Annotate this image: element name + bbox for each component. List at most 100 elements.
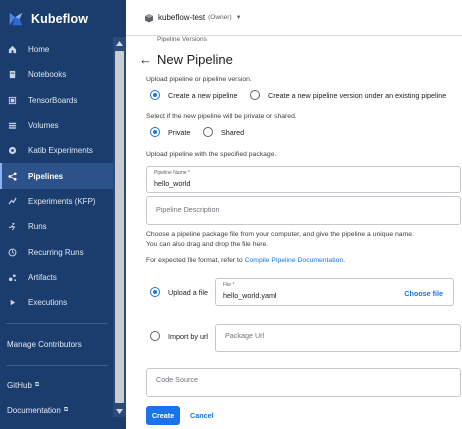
- radio-label: Import by url: [168, 331, 208, 341]
- file-label: File *: [223, 282, 235, 288]
- notebook-icon: [8, 70, 17, 79]
- sidebar-item-volumes[interactable]: Volumes: [0, 113, 113, 138]
- page-title: New Pipeline: [157, 52, 233, 67]
- pipeline-name-value: hello_world: [154, 179, 191, 188]
- sidebar-item-label: Katib Experiments: [28, 146, 93, 156]
- create-pipeline-version-radio[interactable]: Create a new pipeline version under an e…: [250, 90, 446, 100]
- package-url-placeholder: Package Url: [225, 331, 265, 340]
- sidebar-item-label: Notebooks: [28, 70, 67, 80]
- sidebar-item-experiments-kfp[interactable]: Experiments (KFP): [0, 189, 113, 214]
- radio-selected-icon: [150, 127, 160, 137]
- radio-label: Upload a file: [168, 287, 208, 297]
- cancel-button[interactable]: Cancel: [190, 406, 214, 425]
- main-content: Pipeline Versions ← New Pipeline Upload …: [126, 36, 462, 429]
- upload-file-radio[interactable]: Upload a file: [150, 287, 208, 297]
- github-link[interactable]: GitHub ⧉: [7, 381, 39, 390]
- choose-package-text: Choose a pipeline package file from your…: [146, 231, 414, 238]
- breadcrumb[interactable]: Pipeline Versions: [157, 36, 207, 43]
- private-radio[interactable]: Private: [150, 127, 190, 137]
- github-label: GitHub: [7, 381, 32, 390]
- radio-label: Create a new pipeline: [168, 90, 238, 100]
- scroll-up-arrow-icon[interactable]: [113, 37, 126, 49]
- import-by-url-radio[interactable]: Import by url: [150, 331, 208, 341]
- sidebar-item-label: Recurring Runs: [28, 247, 84, 257]
- package-prompt: Upload pipeline with the specified packa…: [146, 151, 277, 158]
- sidebar-item-artifacts[interactable]: Artifacts: [0, 265, 113, 290]
- file-field[interactable]: File * hello_world.yaml Choose file: [215, 278, 454, 306]
- file-format-suffix: .: [343, 257, 346, 264]
- code-source-placeholder: Code Source: [156, 375, 198, 384]
- radio-selected-icon: [150, 287, 160, 297]
- radio-unselected-icon: [203, 127, 213, 137]
- namespace-owner: (Owner): [208, 14, 232, 21]
- volumes-icon: [8, 121, 17, 130]
- radio-selected-icon: [150, 90, 160, 100]
- sidebar-item-label: Runs: [28, 222, 47, 232]
- back-arrow-icon[interactable]: ←: [139, 52, 152, 67]
- file-format-text: For expected file format, refer to Compi…: [146, 256, 345, 266]
- sidebar-nav: Home Notebooks TensorBoards Volumes Kati…: [0, 37, 113, 315]
- pipeline-name-field[interactable]: Pipeline Name * hello_world: [146, 166, 461, 193]
- home-icon: [8, 45, 17, 54]
- namespace-cube-icon: [145, 13, 153, 22]
- brand[interactable]: Kubeflow: [0, 0, 126, 38]
- pipeline-description-placeholder: Pipeline Description: [156, 205, 220, 214]
- choose-file-button[interactable]: Choose file: [404, 289, 443, 298]
- sidebar-item-executions[interactable]: Executions: [0, 290, 113, 315]
- external-link-icon: ⧉: [63, 407, 69, 413]
- sidebar-item-label: Pipelines: [28, 171, 64, 181]
- manage-contributors-label: Manage Contributors: [7, 340, 82, 349]
- namespace-name: kubeflow-test: [158, 13, 206, 22]
- scroll-thumb[interactable]: [115, 51, 124, 403]
- documentation-link[interactable]: Documentation ⧉: [7, 406, 68, 415]
- create-button[interactable]: Create: [146, 406, 180, 425]
- sidebar-item-notebooks[interactable]: Notebooks: [0, 62, 113, 87]
- tensorboard-icon: [8, 96, 17, 105]
- sidebar-item-katib-experiments[interactable]: Katib Experiments: [0, 138, 113, 163]
- visibility-prompt: Select if the new pipeline will be priva…: [146, 113, 297, 120]
- app-name: Kubeflow: [31, 12, 89, 26]
- shared-radio[interactable]: Shared: [203, 127, 244, 137]
- sidebar-item-label: Artifacts: [28, 272, 57, 282]
- recurring-runs-icon: [8, 248, 17, 257]
- sidebar-scrollbar[interactable]: [113, 37, 126, 417]
- sidebar-item-label: Experiments (KFP): [28, 196, 96, 206]
- documentation-label: Documentation: [7, 406, 61, 415]
- compile-pipeline-documentation-link[interactable]: Compile Pipeline Documentation: [245, 257, 344, 264]
- pipeline-name-label: Pipeline Name *: [154, 170, 190, 176]
- sidebar-item-runs[interactable]: Runs: [0, 214, 113, 239]
- namespace-selector[interactable]: kubeflow-test (Owner) ▼: [126, 0, 462, 36]
- radio-label: Shared: [221, 127, 245, 137]
- sidebar-item-pipelines[interactable]: Pipelines: [0, 163, 113, 190]
- code-source-field[interactable]: Code Source: [146, 368, 461, 397]
- radio-label: Create a new pipeline version under an e…: [268, 90, 447, 100]
- executions-icon: [8, 298, 17, 307]
- manage-contributors-link[interactable]: Manage Contributors: [7, 340, 82, 349]
- create-new-pipeline-radio[interactable]: Create a new pipeline: [150, 90, 238, 100]
- pipelines-icon: [8, 172, 17, 181]
- pipeline-description-field[interactable]: Pipeline Description: [146, 196, 461, 225]
- sidebar-item-label: TensorBoards: [28, 95, 78, 105]
- scroll-down-arrow-icon[interactable]: [113, 405, 126, 417]
- drag-drop-text: You can also drag and drop the file here…: [146, 241, 269, 248]
- sidebar-item-home[interactable]: Home: [0, 37, 113, 62]
- file-value: hello_world.yaml: [223, 291, 277, 300]
- external-link-icon: ⧉: [34, 382, 40, 388]
- chevron-down-icon: ▼: [235, 14, 242, 21]
- katib-icon: [8, 146, 17, 155]
- sidebar: Kubeflow Home Notebooks TensorBoards Vol…: [0, 0, 126, 429]
- experiments-icon: [8, 197, 17, 206]
- sidebar-item-label: Volumes: [28, 121, 59, 131]
- file-format-prefix: For expected file format, refer to: [146, 257, 243, 264]
- package-url-field[interactable]: Package Url: [215, 324, 461, 352]
- sidebar-item-label: Executions: [28, 298, 68, 308]
- radio-label: Private: [168, 127, 191, 137]
- sidebar-item-recurring-runs[interactable]: Recurring Runs: [0, 239, 113, 264]
- sidebar-item-tensorboards[interactable]: TensorBoards: [0, 88, 113, 113]
- upload-prompt: Upload pipeline or pipeline version.: [146, 76, 252, 83]
- runs-icon: [8, 222, 17, 231]
- sidebar-divider: [6, 323, 108, 324]
- radio-unselected-icon: [250, 90, 260, 100]
- radio-unselected-icon: [150, 331, 160, 341]
- artifacts-icon: [8, 273, 17, 282]
